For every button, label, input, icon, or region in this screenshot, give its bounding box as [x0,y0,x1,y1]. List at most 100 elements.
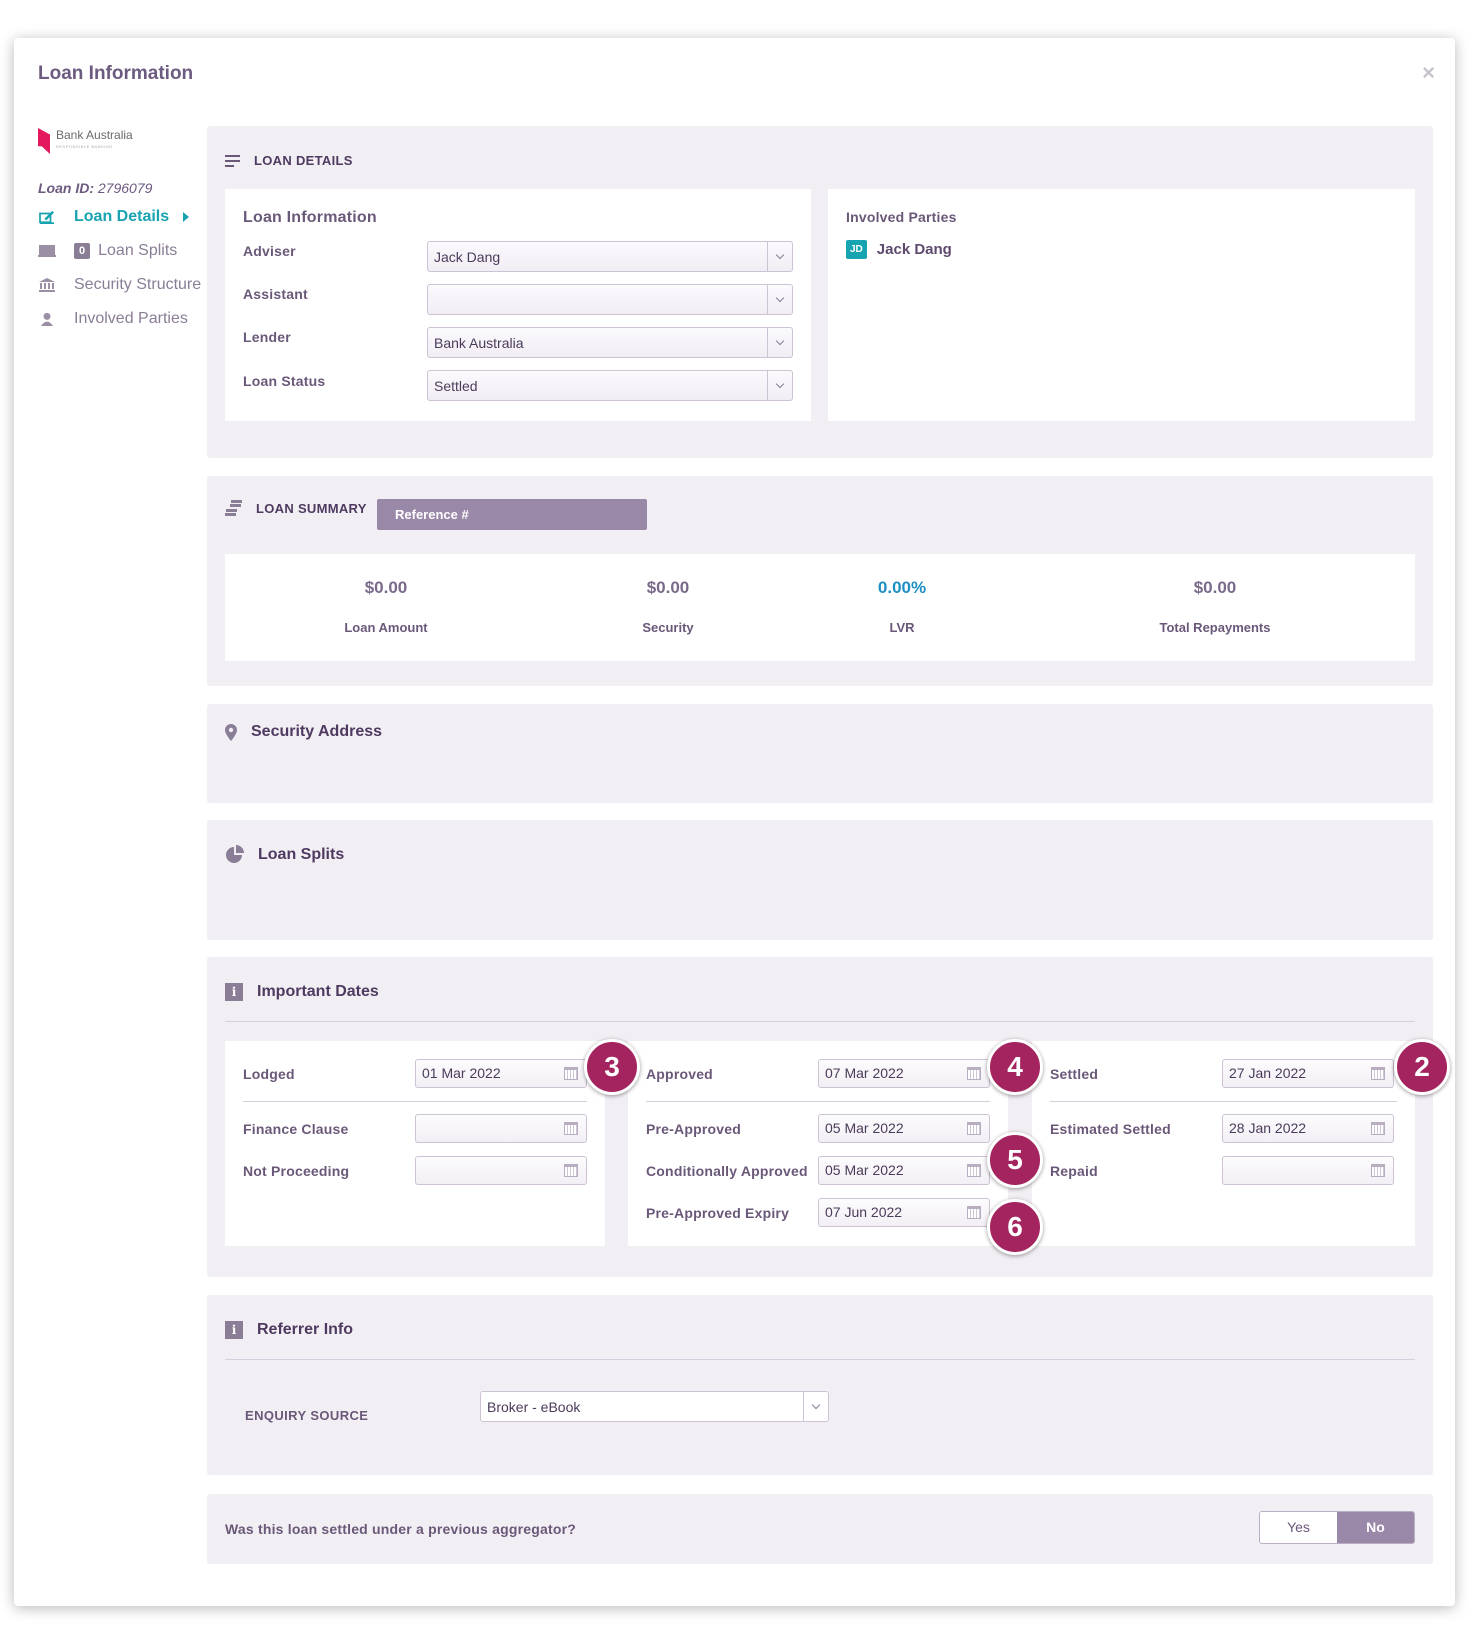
enquiry-source-value: Broker - eBook [487,1399,581,1415]
aggregator-toggle: Yes No [1259,1511,1415,1544]
chevron-down-icon [767,285,792,314]
referrer-info-panel: i Referrer Info ENQUIRY SOURCE Broker - … [207,1295,1433,1475]
loan-amount-label: Loan Amount [344,620,428,635]
adviser-label: Adviser [243,243,296,259]
involved-parties-card: Involved Parties JD Jack Dang [828,189,1415,421]
lodged-label: Lodged [243,1066,295,1082]
calendar-icon[interactable] [967,1164,981,1177]
calendar-icon[interactable] [564,1067,578,1080]
map-pin-icon [225,723,237,741]
involved-parties-heading: Involved Parties [846,209,957,225]
yes-button[interactable]: Yes [1260,1512,1337,1543]
security-value: $0.00 [646,578,690,597]
sidebar-item-involved-parties[interactable]: Involved Parties [38,310,188,328]
finance-clause-date-input[interactable] [415,1114,587,1143]
bank-building-icon [39,278,55,292]
pre-approved-date-value: 05 Mar 2022 [825,1120,904,1136]
card-icon [38,245,56,257]
pre-approved-date-input[interactable]: 05 Mar 2022 [818,1114,990,1143]
loan-details-header: LOAN DETAILS [225,153,353,168]
security-address-heading: Security Address [251,723,383,740]
adviser-select[interactable]: Jack Dang [427,241,793,272]
reference-number-label: Reference # [395,507,469,522]
reference-number-field[interactable]: Reference # [377,499,647,530]
finance-clause-label: Finance Clause [243,1121,349,1137]
settled-date-input[interactable]: 27 Jan 2022 [1222,1059,1394,1088]
chevron-down-icon[interactable] [803,1392,828,1421]
bank-logo-mark [38,128,50,154]
settled-date-value: 27 Jan 2022 [1229,1065,1307,1081]
total-repayments-label: Total Repayments [1159,620,1271,635]
calendar-icon[interactable] [967,1206,981,1219]
lender-label: Lender [243,329,291,345]
no-button[interactable]: No [1337,1512,1414,1543]
adviser-select-value: Jack Dang [434,249,501,265]
dates-column-1: Lodged 01 Mar 2022 Finance Clause Not Pr… [225,1041,605,1246]
loan-id: Loan ID: 2796079 [38,180,152,196]
calendar-icon[interactable] [564,1122,578,1135]
sidebar-item-loan-splits[interactable]: 0 Loan Splits [38,242,177,260]
loan-splits-count-badge: 0 [74,243,91,259]
chevron-down-icon [767,242,792,271]
loan-status-select-value: Settled [434,378,478,394]
bank-logo: Bank Australia RESPONSIBLE BANKING [38,128,133,154]
aggregator-panel: Was this loan settled under a previous a… [207,1494,1433,1564]
callout-marker-2: 2 [1394,1039,1450,1095]
pre-approved-expiry-date-input[interactable]: 07 Jun 2022 [818,1198,990,1227]
avatar: JD [846,240,867,259]
close-icon[interactable]: × [1422,60,1435,86]
loan-details-panel: LOAN DETAILS Loan Information Adviser Ja… [207,126,1433,458]
lodged-date-input[interactable]: 01 Mar 2022 [415,1059,587,1088]
approved-date-value: 07 Mar 2022 [825,1065,904,1081]
conditionally-approved-label: Conditionally Approved [646,1163,808,1179]
pre-approved-label: Pre-Approved [646,1121,741,1137]
sidebar-item-label: Security Structure [74,276,202,293]
estimated-settled-date-input[interactable]: 28 Jan 2022 [1222,1114,1394,1143]
party-name: Jack Dang [876,241,952,258]
lvr-label: LVR [889,620,915,635]
row-divider [243,1101,587,1102]
not-proceeding-date-input[interactable] [415,1156,587,1185]
callout-marker-4: 4 [987,1039,1043,1095]
sidebar-item-security-structure[interactable]: Security Structure [38,276,201,294]
sidebar-item-loan-details[interactable]: Loan Details [38,208,190,226]
sidebar-item-label: Loan Details [74,208,170,225]
estimated-settled-label: Estimated Settled [1050,1121,1171,1137]
calendar-icon[interactable] [1371,1164,1385,1177]
loan-summary-panel: LOAN SUMMARY Reference # $0.00 Loan Amou… [207,476,1433,686]
assistant-select[interactable] [427,284,793,315]
chevron-down-icon [767,371,792,400]
calendar-icon[interactable] [1371,1067,1385,1080]
loan-information-heading: Loan Information [243,209,377,226]
loan-summary-header: LOAN SUMMARY [225,500,367,516]
enquiry-source-select[interactable]: Broker - eBook [480,1391,829,1422]
referrer-info-header: i Referrer Info [225,1321,353,1339]
list-icon [225,154,240,167]
calendar-icon[interactable] [967,1122,981,1135]
conditionally-approved-date-value: 05 Mar 2022 [825,1162,904,1178]
not-proceeding-label: Not Proceeding [243,1163,350,1179]
calendar-icon[interactable] [967,1067,981,1080]
security-label: Security [642,620,694,635]
lvr-value: 0.00% [877,578,927,597]
party-entry[interactable]: JD Jack Dang [846,240,952,259]
lender-select[interactable]: Bank Australia [427,327,793,358]
approved-date-input[interactable]: 07 Mar 2022 [818,1059,990,1088]
calendar-icon[interactable] [564,1164,578,1177]
loan-status-label: Loan Status [243,373,326,389]
callout-marker-6: 6 [987,1199,1043,1255]
dates-column-3: Settled 27 Jan 2022 Estimated Settled 28… [1032,1041,1415,1246]
row-divider [1050,1101,1397,1102]
important-dates-header: i Important Dates [225,983,379,1001]
loan-information-card: Loan Information Adviser Jack Dang Assis… [225,189,811,421]
info-icon: i [225,983,243,1001]
calendar-icon[interactable] [1371,1122,1385,1135]
pre-approved-expiry-label: Pre-Approved Expiry [646,1205,790,1221]
conditionally-approved-date-input[interactable]: 05 Mar 2022 [818,1156,990,1185]
referrer-info-heading: Referrer Info [257,1321,354,1338]
loan-status-select[interactable]: Settled [427,370,793,401]
repaid-date-input[interactable] [1222,1156,1394,1185]
edit-document-icon [39,210,54,224]
security-address-panel: Security Address [207,704,1433,803]
section-divider [225,1359,1415,1360]
